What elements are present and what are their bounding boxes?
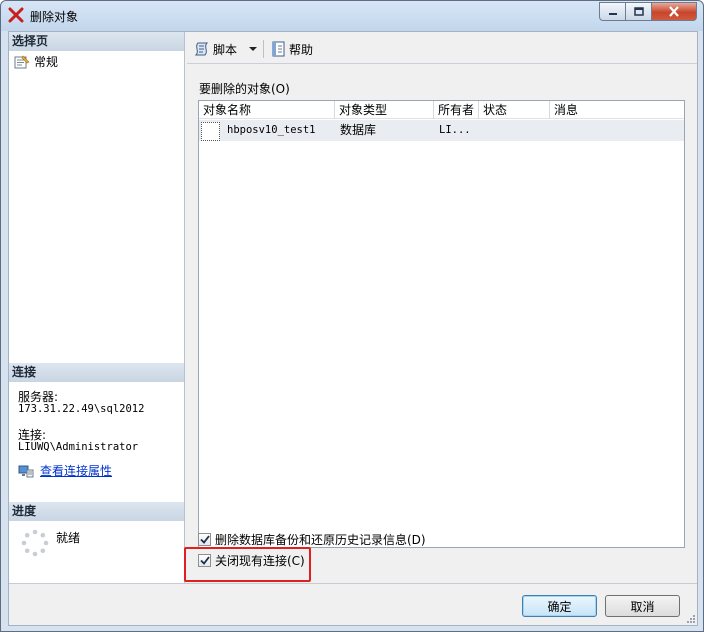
delete-object-dialog: 删除对象 选择页 常规 连接 服务器: 173.31.22.49\sql2012… [0, 0, 704, 632]
select-page-header: 选择页 [9, 32, 184, 51]
cell-owner: LI... [439, 124, 471, 136]
row-focus-cell[interactable] [201, 122, 220, 141]
script-label: 脚本 [213, 42, 238, 57]
nav-item-general[interactable]: 常规 [14, 53, 58, 70]
window-controls [599, 2, 697, 21]
view-connection-properties-link[interactable]: 查看连接属性 [40, 462, 112, 479]
minimize-icon [608, 12, 617, 15]
grid-header: 对象名称 对象类型 所有者 状态 消息 [199, 101, 684, 119]
delete-backup-history-label: 删除数据库备份和还原历史记录信息(D) [215, 532, 426, 547]
view-properties-row: 查看连接属性 [18, 462, 112, 479]
cell-status [484, 120, 550, 141]
help-icon [272, 41, 285, 57]
delete-x-icon [8, 7, 24, 23]
close-button[interactable] [652, 2, 697, 21]
column-header-name[interactable]: 对象名称 [199, 101, 335, 119]
maximize-icon [633, 7, 644, 16]
server-value: 173.31.22.49\sql2012 [18, 403, 145, 415]
toolbar: 脚本 帮助 [191, 37, 316, 61]
cancel-button[interactable]: 取消 [605, 595, 680, 617]
toolbar-separator [263, 40, 265, 58]
ok-button[interactable]: 确定 [522, 595, 597, 617]
highlight-annotation-box [184, 547, 311, 582]
cell-object-type: 数据库 [340, 123, 377, 137]
footer-divider [9, 583, 697, 584]
option-delete-backup-history[interactable]: 删除数据库备份和还原历史记录信息(D) [198, 530, 426, 548]
script-dropdown-arrow-icon[interactable] [249, 47, 258, 51]
column-header-status[interactable]: 状态 [479, 101, 550, 119]
progress-status: 就绪 [56, 531, 81, 545]
objects-grid[interactable]: 对象名称 对象类型 所有者 状态 消息 hbposv10_test1 数据库 L… [198, 100, 685, 548]
nav-item-label: 常规 [34, 55, 59, 69]
progress-header: 进度 [9, 502, 184, 521]
window-title: 删除对象 [30, 10, 79, 24]
script-icon [194, 42, 209, 56]
help-label: 帮助 [289, 42, 314, 57]
delete-backup-history-checkbox[interactable] [198, 532, 211, 546]
table-row[interactable]: hbposv10_test1 数据库 LI... [199, 120, 684, 141]
title-bar[interactable]: 删除对象 [1, 1, 703, 31]
connection-properties-icon [18, 465, 34, 477]
progress-spinner-icon [21, 529, 49, 557]
checkmark-icon [199, 534, 210, 544]
cell-message [555, 120, 684, 141]
column-header-owner[interactable]: 所有者 [434, 101, 479, 119]
connection-header: 连接 [9, 363, 184, 382]
help-button[interactable]: 帮助 [268, 38, 316, 60]
page-icon [14, 54, 30, 68]
connection-value: LIUWQ\Administrator [18, 441, 139, 453]
left-pane: 选择页 常规 连接 服务器: 173.31.22.49\sql2012 连接: … [9, 32, 185, 583]
minimize-button[interactable] [599, 2, 626, 21]
dialog-client-area: 选择页 常规 连接 服务器: 173.31.22.49\sql2012 连接: … [8, 31, 698, 626]
maximize-button[interactable] [626, 2, 652, 21]
script-button[interactable]: 脚本 [191, 38, 240, 60]
close-icon [669, 6, 679, 17]
toolbar-divider [187, 63, 697, 64]
resize-grip-icon[interactable] [686, 614, 696, 624]
cell-object-name: hbposv10_test1 [227, 124, 316, 136]
column-header-message[interactable]: 消息 [550, 101, 684, 119]
objects-to-delete-label: 要删除的对象(O) [199, 82, 290, 96]
column-header-type[interactable]: 对象类型 [335, 101, 434, 119]
